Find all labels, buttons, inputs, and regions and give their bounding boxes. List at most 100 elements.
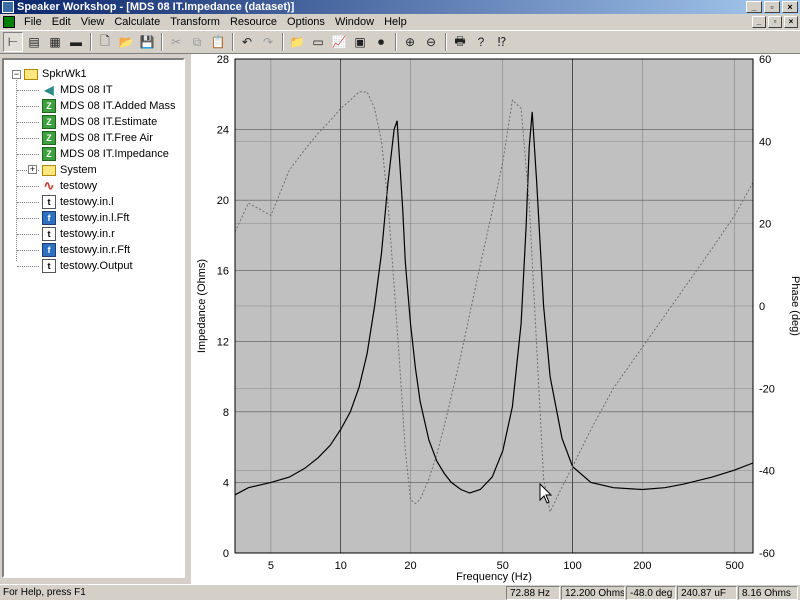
measure-icon[interactable]: ▣ [350,32,370,52]
y2-tick-label: -40 [759,466,775,478]
tree-item[interactable]: System [42,162,97,178]
impedance-z-icon: Z [42,115,56,129]
menu-edit[interactable]: Edit [47,14,76,30]
x-tick-label: 20 [404,560,416,572]
y2-tick-label: -60 [759,548,775,560]
menu-view[interactable]: View [76,14,110,30]
mdi-close-button[interactable]: × [784,16,798,28]
chart-icon[interactable]: 📈 [329,32,349,52]
document-icon[interactable] [3,16,15,28]
root-collapse-toggle[interactable]: − [12,70,21,79]
chart-view[interactable]: 5 10 20 50 100 200 500 0 4 8 12 16 20 24 28 -60 -40 -20 0 2… [191,54,800,584]
tree-item-label: MDS 08 IT.Estimate [60,116,158,128]
speaker-icon: ◀ [44,83,54,97]
app-icon [2,1,14,13]
small-icons-icon[interactable]: ▦ [45,32,65,52]
menu-bar: File Edit View Calculate Transform Resou… [0,14,800,30]
tree-expand-toggle[interactable]: + [28,165,37,174]
menu-file[interactable]: File [19,14,47,30]
tree-item[interactable]: Z MDS 08 IT.Impedance [42,146,169,162]
y-tick-label: 12 [217,336,229,348]
tree-item[interactable]: ◀ MDS 08 IT [42,82,112,98]
minimize-button[interactable]: _ [746,1,762,13]
tree-root[interactable]: SpkrWk1 [24,66,87,82]
mdi-restore-button[interactable]: ▫ [768,16,782,28]
zoom-out-icon[interactable]: ⊖ [421,32,441,52]
tree-root-label: SpkrWk1 [42,68,87,80]
tree-item[interactable]: f testowy.in.r.Fft [42,242,130,258]
tree-item[interactable]: Z MDS 08 IT.Estimate [42,114,157,130]
tree-item-label: testowy.in.r [60,228,115,240]
undo-icon[interactable]: ↶ [237,32,257,52]
status-impedance: 12.200 Ohms [561,586,625,600]
impedance-z-icon: Z [42,147,56,161]
y-tick-label: 20 [217,195,229,207]
status-bar: For Help, press F1 72.88 Hz 12.200 Ohms … [0,584,800,600]
zoom-in-icon[interactable]: ⊕ [400,32,420,52]
window-titlebar[interactable]: Speaker Workshop - [MDS 08 IT.Impedance … [0,0,800,14]
y2-tick-label: 0 [759,301,765,313]
cut-icon[interactable]: ✂ [166,32,186,52]
tree-item[interactable]: t testowy.in.r [42,226,115,242]
tree-view-icon[interactable]: ⊢ [3,32,23,52]
y-tick-label: 4 [223,477,229,489]
help-icon[interactable]: ? [471,32,491,52]
impedance-chart[interactable]: 5 10 20 50 100 200 5000481216202428-60-40-2002… [191,54,800,584]
close-button[interactable]: × [782,1,798,13]
record-icon[interactable]: ⏺ [371,32,391,52]
y2-tick-label: -20 [759,383,775,395]
y-tick-label: 16 [217,266,229,278]
menu-transform[interactable]: Transform [165,14,225,30]
menu-window[interactable]: Window [330,14,379,30]
maximize-button[interactable]: ▫ [764,1,780,13]
menu-calculate[interactable]: Calculate [109,14,165,30]
tree-item[interactable]: Z MDS 08 IT.Free Air [42,130,153,146]
menu-options[interactable]: Options [282,14,330,30]
impedance-z-icon: Z [42,99,56,113]
folder-icon [42,164,56,176]
tree-item-label: testowy.in.l.Fft [60,212,130,224]
tree-item-label: System [60,164,97,176]
print-icon[interactable]: 🖶 [450,32,470,52]
context-help-icon[interactable]: ⁉ [492,32,512,52]
save-icon[interactable]: 💾 [137,32,157,52]
y-tick-label: 8 [223,407,229,419]
tree-item[interactable]: Z MDS 08 IT.Added Mass [42,98,176,114]
signal-wave-icon: ∿ [43,178,55,193]
y2-axis-label: Phase (deg) [789,276,800,336]
tree-item[interactable]: t testowy.in.l [42,194,114,210]
tree-item[interactable]: ∿ testowy [42,178,98,194]
status-phase: -48.0 deg [626,586,676,600]
window-title: Speaker Workshop - [MDS 08 IT.Impedance … [17,1,295,13]
y-tick-label: 0 [223,548,229,560]
status-frequency: 72.88 Hz [506,586,560,600]
time-data-icon: t [42,259,56,273]
new-file-icon[interactable]: 🗋 [95,32,115,52]
properties-icon[interactable]: ▭ [308,32,328,52]
open-folder-icon[interactable]: 📂 [116,32,136,52]
x-tick-label: 200 [633,560,651,572]
list-view-icon[interactable]: ▬ [66,32,86,52]
time-data-icon: t [42,227,56,241]
freq-data-icon: f [42,211,56,225]
open-dataset-icon[interactable]: 📁 [287,32,307,52]
y-tick-label: 24 [217,125,229,137]
redo-icon[interactable]: ↷ [258,32,278,52]
tree-item-label: MDS 08 IT.Free Air [60,132,153,144]
menu-resource[interactable]: Resource [225,14,282,30]
status-ohms: 8.16 Ohms [738,586,798,600]
large-icons-icon[interactable]: ▤ [24,32,44,52]
copy-icon[interactable]: ⧉ [187,32,207,52]
x-tick-label: 100 [563,560,581,572]
menu-help[interactable]: Help [379,14,412,30]
mdi-minimize-button[interactable]: _ [752,16,766,28]
x-tick-label: 5 [268,560,274,572]
paste-icon[interactable]: 📋 [208,32,228,52]
time-data-icon: t [42,195,56,209]
x-axis-label: Frequency (Hz) [456,571,532,583]
resource-tree[interactable]: − SpkrWk1 ◀ MDS 08 IT Z MDS 08 IT.Added Mas… [2,58,185,578]
tree-item-label: testowy.Output [60,260,133,272]
tree-item[interactable]: f testowy.in.l.Fft [42,210,129,226]
tree-item-label: testowy.in.l [60,196,114,208]
tree-item[interactable]: t testowy.Output [42,258,133,274]
